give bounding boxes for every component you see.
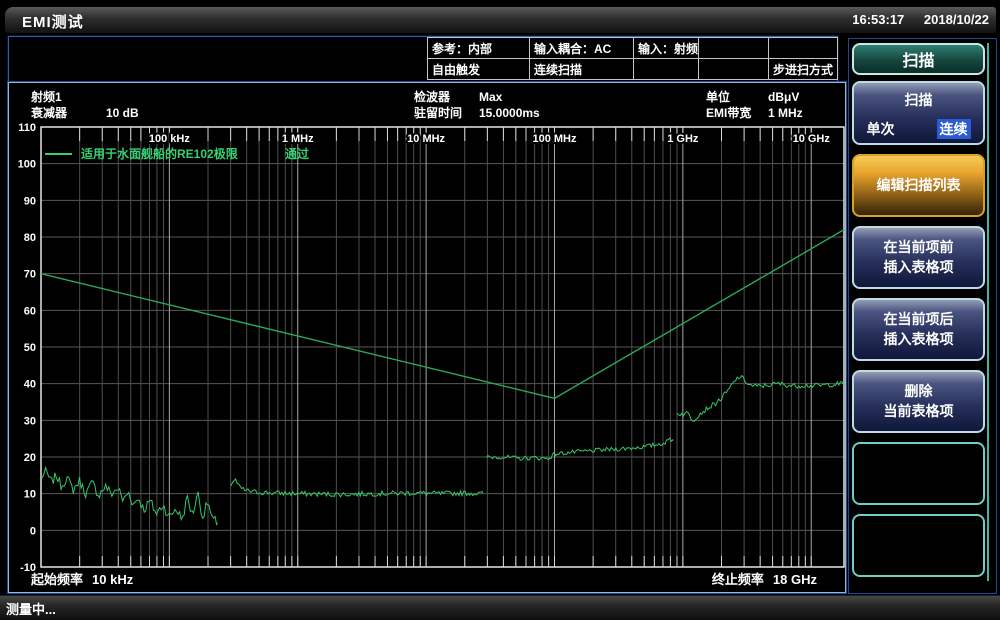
svg-text:90: 90 [24, 195, 36, 207]
sidebar-accent-line [987, 43, 989, 581]
pass-status: 通过 [285, 145, 309, 162]
detector-label: 检波器 [414, 88, 479, 105]
setting-step-sweep: 步进扫方式 [769, 59, 838, 80]
sweep-mode-label: 扫描 [905, 90, 933, 110]
delete-current-row-button[interactable]: 删除 当前表格项 [852, 370, 985, 433]
setting-trigger: 自由触发 [428, 59, 530, 80]
unit-readout: 单位dBμV [706, 88, 799, 105]
unit-label: 单位 [706, 88, 768, 105]
dwell-time-value: 15.0000ms [479, 106, 540, 120]
button-label-line1: 删除 [905, 382, 933, 402]
clock: 16:53:17 2018/10/22 [852, 12, 989, 27]
dwell-time-readout: 驻留时间15.0000ms [414, 104, 540, 121]
settings-table: 参考：内部 输入耦合：AC 输入：射频 自由触发 连续扫描 步进扫方式 [427, 37, 838, 80]
legend-label: 适用于水面舰船的RE102极限 [81, 145, 238, 162]
softkey-empty-1[interactable] [852, 442, 985, 505]
edit-sweep-list-button[interactable]: 编辑扫描列表 [852, 154, 985, 217]
start-frequency-readout: 起始频率 10 kHz [31, 569, 133, 588]
svg-text:70: 70 [24, 269, 36, 281]
menu-title-sweep[interactable]: 扫描 [852, 43, 985, 75]
button-label-line2: 当前表格项 [884, 402, 954, 422]
insert-after-current-button[interactable]: 在当前项后 插入表格项 [852, 298, 985, 361]
time-text: 16:53:17 [852, 12, 904, 27]
button-label-line2: 插入表格项 [884, 258, 954, 278]
setting-sweep-mode: 连续扫描 [530, 59, 634, 80]
svg-text:100 kHz: 100 kHz [149, 133, 190, 145]
chart-panel: 射频1 衰减器10 dB 检波器Max 驻留时间15.0000ms 单位dBμV… [8, 82, 846, 593]
button-label-line2: 插入表格项 [884, 330, 954, 350]
option-single-sweep[interactable]: 单次 [867, 119, 895, 139]
svg-text:60: 60 [24, 305, 36, 317]
sweep-mode-options: 单次 连续 [867, 119, 971, 139]
stop-frequency-readout: 终止频率 18 GHz [712, 569, 817, 588]
detector-value: Max [479, 90, 502, 104]
stop-frequency-value: 18 GHz [773, 572, 817, 587]
setting-empty-cell [769, 38, 838, 59]
stop-frequency-label: 终止频率 [712, 572, 764, 587]
attenuator-readout: 衰减器10 dB [31, 104, 139, 121]
title-bar: EMI测试 16:53:17 2018/10/22 [5, 7, 996, 33]
svg-text:50: 50 [24, 342, 36, 354]
emi-bandwidth-label: EMI带宽 [706, 104, 768, 121]
setting-empty-cell [699, 59, 769, 80]
rf-input-label: 射频1 [31, 88, 62, 105]
svg-text:80: 80 [24, 232, 36, 244]
option-continuous-sweep[interactable]: 连续 [937, 119, 971, 139]
svg-text:1 MHz: 1 MHz [282, 133, 314, 145]
button-label-line1: 在当前项后 [884, 310, 954, 330]
spectrum-plot: -100102030405060708090100110100 kHz1 MHz… [9, 121, 847, 573]
dwell-time-label: 驻留时间 [414, 104, 479, 121]
sidebar-menu: 扫描 扫描 单次 连续 编辑扫描列表 在当前项前 插入表格项 在当前项后 插入表… [848, 38, 997, 594]
unit-value: dBμV [768, 90, 799, 104]
limit-legend: 适用于水面舰船的RE102极限 [45, 145, 238, 162]
start-frequency-value: 10 kHz [92, 572, 133, 587]
setting-input: 输入：射频 [634, 38, 699, 59]
svg-text:100 MHz: 100 MHz [532, 133, 577, 145]
svg-text:10 GHz: 10 GHz [793, 133, 831, 145]
svg-text:100: 100 [18, 159, 36, 171]
svg-text:10 MHz: 10 MHz [407, 133, 445, 145]
page-title: EMI测试 [22, 11, 84, 32]
svg-text:40: 40 [24, 379, 36, 391]
measurement-settings-header: 参考：内部 输入耦合：AC 输入：射频 自由触发 连续扫描 步进扫方式 [8, 36, 838, 82]
setting-empty-cell [634, 59, 699, 80]
detector-readout: 检波器Max [414, 88, 502, 105]
start-frequency-label: 起始频率 [31, 572, 83, 587]
svg-text:0: 0 [30, 525, 36, 537]
svg-text:10: 10 [24, 489, 36, 501]
softkey-empty-2[interactable] [852, 514, 985, 577]
attenuator-label: 衰减器 [31, 104, 106, 121]
svg-text:30: 30 [24, 415, 36, 427]
insert-before-current-button[interactable]: 在当前项前 插入表格项 [852, 226, 985, 289]
legend-line-swatch [45, 153, 72, 155]
svg-text:110: 110 [18, 122, 36, 134]
svg-text:20: 20 [24, 452, 36, 464]
status-text: 测量中... [6, 599, 56, 618]
status-bar: 测量中... [0, 595, 1000, 620]
setting-input-coupling: 输入耦合：AC [530, 38, 634, 59]
svg-text:1 GHz: 1 GHz [667, 133, 699, 145]
emi-bandwidth-readout: EMI带宽1 MHz [706, 104, 803, 121]
button-label-line1: 在当前项前 [884, 238, 954, 258]
button-label: 编辑扫描列表 [877, 176, 961, 196]
sweep-mode-button[interactable]: 扫描 单次 连续 [852, 81, 985, 145]
menu-title-label: 扫描 [902, 47, 934, 71]
date-text: 2018/10/22 [924, 12, 989, 27]
attenuator-value: 10 dB [106, 106, 139, 120]
emi-bandwidth-value: 1 MHz [768, 106, 803, 120]
setting-reference: 参考：内部 [428, 38, 530, 59]
setting-empty-cell [699, 38, 769, 59]
